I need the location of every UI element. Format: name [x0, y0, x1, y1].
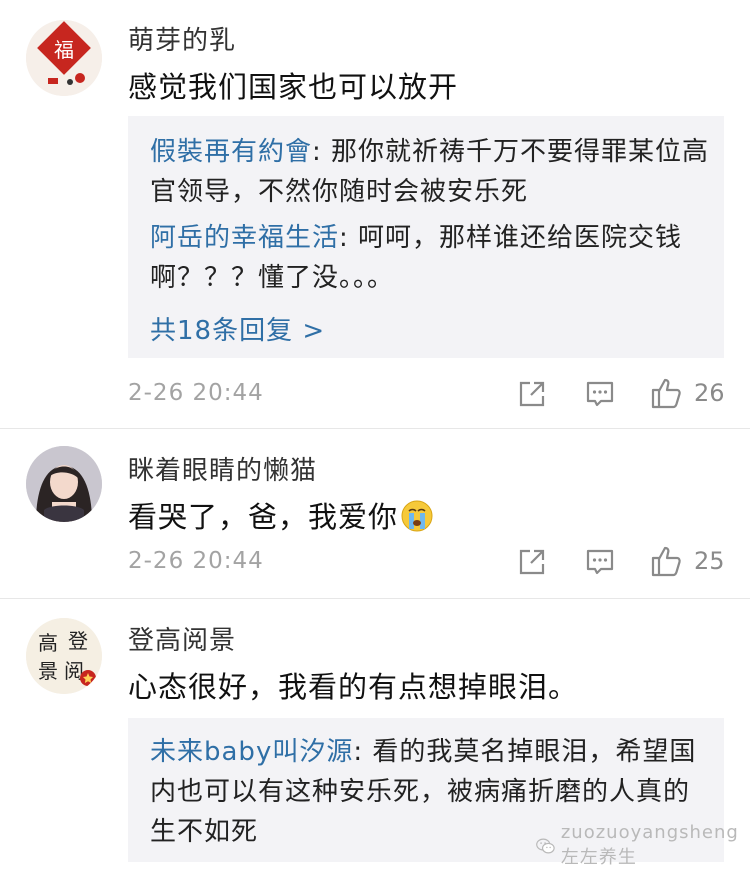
username[interactable]: 萌芽的乳 [128, 20, 236, 57]
divider [0, 428, 750, 429]
comment-text: 看哭了，爸，我爱你 [128, 494, 434, 536]
like-button[interactable] [650, 376, 684, 410]
comment-item: 眯着眼睛的懒猫 看哭了，爸，我爱你 2-26 20:44 25 [0, 430, 750, 600]
reply-item[interactable]: 阿岳的幸福生活: 呵呵，那样谁还给医院交钱啊？？？懂了没。。。 [150, 218, 710, 298]
comment-item: 福 萌芽的乳 感觉我们国家也可以放开 假裝再有約會: 那你就祈祷千万不要得罪某位… [0, 0, 750, 430]
username[interactable]: 登高阅景 [128, 620, 236, 657]
divider [0, 598, 750, 599]
share-button[interactable] [516, 546, 548, 578]
username[interactable]: 眯着眼睛的懒猫 [128, 450, 317, 487]
reply-author[interactable]: 未来baby叫汐源 [150, 737, 353, 767]
comment-icon [586, 549, 614, 575]
svg-text:福: 福 [54, 38, 74, 62]
crying-emoji-icon [400, 499, 434, 533]
svg-text:景: 景 [38, 659, 58, 683]
user-photo-icon [26, 446, 102, 522]
thumbs-up-icon [651, 546, 681, 577]
timestamp: 2-26 20:44 [128, 380, 264, 406]
avatar[interactable]: 高 登 景 阅 [26, 618, 102, 694]
like-button[interactable] [650, 544, 684, 578]
avatar[interactable] [26, 446, 102, 522]
reply-button[interactable] [584, 378, 616, 410]
share-button[interactable] [516, 378, 548, 410]
timestamp: 2-26 20:44 [128, 548, 264, 574]
comment-text: 心态很好，我看的有点想掉眼泪。 [128, 670, 579, 704]
wechat-icon [536, 838, 555, 853]
reply-box[interactable]: 假裝再有約會: 那你就祈祷千万不要得罪某位高官领导，不然你随时会被安乐死 阿岳的… [128, 116, 724, 358]
svg-text:登: 登 [68, 629, 88, 653]
like-count: 26 [694, 379, 725, 407]
reply-button[interactable] [584, 546, 616, 578]
share-icon [519, 381, 545, 407]
reply-author[interactable]: 阿岳的幸福生活 [150, 223, 339, 253]
share-icon [519, 549, 545, 575]
watermark: zuozuoyangsheng 左左养生 [536, 822, 750, 869]
comment-text: 感觉我们国家也可以放开 [128, 70, 459, 104]
reply-author[interactable]: 假裝再有約會 [150, 137, 312, 167]
reply-item[interactable]: 假裝再有約會: 那你就祈祷千万不要得罪某位高官领导，不然你随时会被安乐死 [150, 132, 710, 212]
comment-icon [586, 381, 614, 407]
more-replies-link[interactable]: 共18条回复 > [150, 310, 325, 347]
like-count: 25 [694, 547, 725, 575]
avatar[interactable]: 福 [26, 20, 102, 96]
fu-avatar-icon: 福 [26, 20, 102, 96]
svg-text:高: 高 [38, 631, 58, 655]
calligraphy-avatar-icon: 高 登 景 阅 [26, 618, 102, 694]
thumbs-up-icon [651, 378, 681, 409]
